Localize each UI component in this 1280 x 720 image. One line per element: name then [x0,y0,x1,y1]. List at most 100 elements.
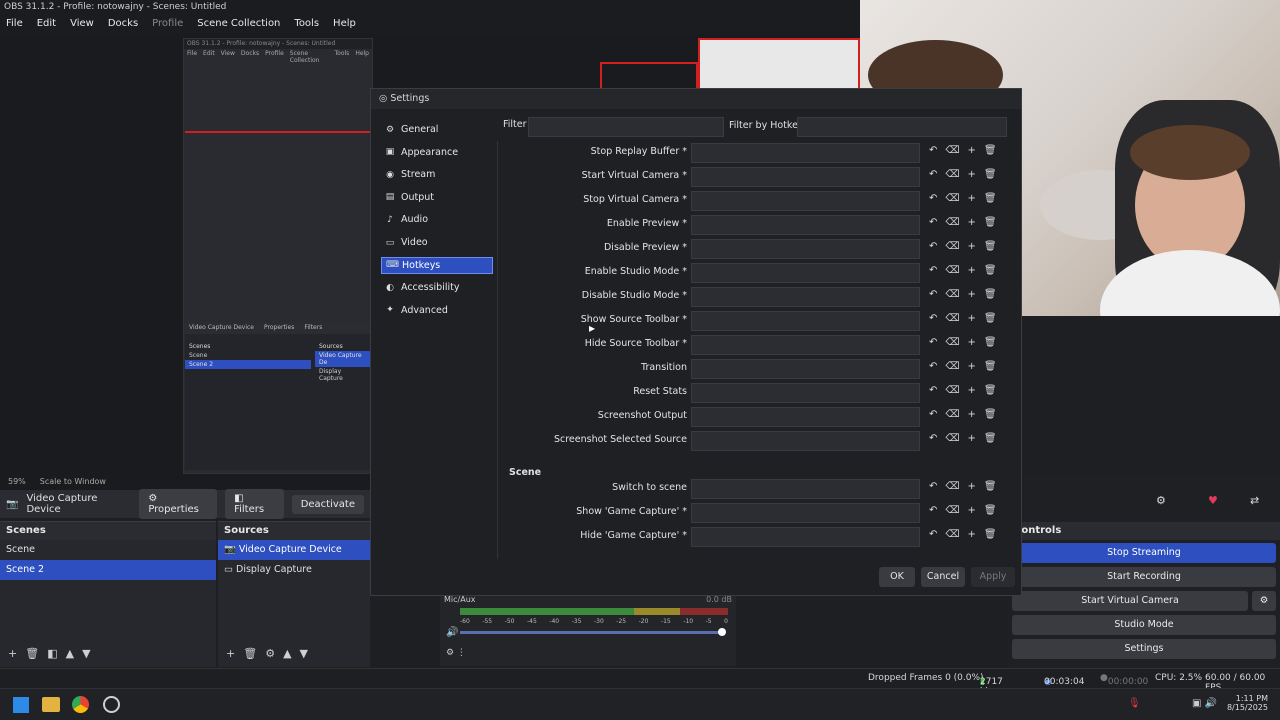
hotkey-input[interactable] [691,167,920,187]
trash-icon[interactable]: 🗑 [984,361,997,372]
trash-icon[interactable]: 🗑 [984,241,997,252]
hotkey-input[interactable] [691,311,920,331]
trash-icon[interactable]: 🗑 [25,647,39,661]
hotkey-input[interactable] [691,239,920,259]
hotkey-input[interactable] [691,143,920,163]
revert-icon[interactable]: ↶ [929,385,937,396]
revert-icon[interactable]: ↶ [929,361,937,372]
trash-icon[interactable]: 🗑 [984,505,997,516]
hotkey-input[interactable] [691,191,920,211]
hotkey-input[interactable] [691,431,920,451]
mixer-settings-icon[interactable]: ⚙ ⋮ [446,648,466,658]
studio-mode-button[interactable]: Studio Mode [1012,615,1276,635]
scale-mode[interactable]: Scale to Window [40,477,106,487]
add-icon[interactable]: + [968,313,976,324]
menu-help[interactable]: Help [333,18,356,30]
swap-icon[interactable]: ⇄ [1250,494,1259,507]
trash-icon[interactable]: 🗑 [984,289,997,300]
settings-nav-appearance[interactable]: ▣ Appearance [381,144,493,161]
volume-slider[interactable] [460,631,722,634]
trash-icon[interactable]: 🗑 [984,169,997,180]
gear-icon[interactable]: ⚙ [265,647,275,661]
trash-icon[interactable]: 🗑 [984,481,997,492]
trash-icon[interactable]: 🗑 [984,409,997,420]
clear-icon[interactable]: ⌫ [945,145,959,156]
zoom-level[interactable]: 59% [8,477,26,487]
hotkey-input[interactable] [691,383,920,403]
menu-file[interactable]: File [6,18,23,30]
revert-icon[interactable]: ↶ [929,145,937,156]
windows-start-icon[interactable] [13,697,29,713]
clear-icon[interactable]: ⌫ [945,409,959,420]
hotkey-input[interactable] [691,407,920,427]
properties-button[interactable]: ⚙ Properties [139,489,218,519]
clear-icon[interactable]: ⌫ [945,385,959,396]
add-icon[interactable]: + [968,289,976,300]
add-icon[interactable]: + [226,647,235,661]
scene-item[interactable]: Scene 2 [0,560,216,580]
add-icon[interactable]: + [968,505,976,516]
add-icon[interactable]: + [968,481,976,492]
add-icon[interactable]: + [968,433,976,444]
filter-input[interactable] [528,117,724,137]
revert-icon[interactable]: ↶ [929,313,937,324]
add-icon[interactable]: + [968,409,976,420]
clear-icon[interactable]: ⌫ [945,313,959,324]
speaker-icon[interactable]: 🔊 [446,627,458,638]
menu-view[interactable]: View [70,18,94,30]
revert-icon[interactable]: ↶ [929,289,937,300]
add-icon[interactable]: + [968,337,976,348]
trash-icon[interactable]: 🗑 [984,265,997,276]
settings-nav-stream[interactable]: ◉ Stream [381,166,493,183]
settings-nav-general[interactable]: ⚙ General [381,121,493,138]
clear-icon[interactable]: ⌫ [945,529,959,540]
source-item[interactable]: 📷 Video Capture Device [218,540,370,560]
down-icon[interactable]: ▼ [82,647,90,661]
trash-icon[interactable]: 🗑 [984,385,997,396]
revert-icon[interactable]: ↶ [929,505,937,516]
chrome-icon[interactable] [72,696,89,713]
clear-icon[interactable]: ⌫ [945,361,959,372]
cancel-button[interactable]: Cancel [921,567,965,587]
gear-icon[interactable]: ⚙ [1156,494,1166,507]
hotkey-input[interactable] [691,503,920,523]
heart-icon[interactable]: ♥ [1208,494,1218,507]
menu-profile[interactable]: Profile [152,18,183,30]
add-icon[interactable]: + [968,385,976,396]
hotkey-input[interactable] [691,287,920,307]
settings-nav-hotkeys[interactable]: ⌨ Hotkeys [381,256,493,274]
source-item[interactable]: ▭ Display Capture [218,560,370,580]
mic-icon[interactable]: 🎙 [1128,698,1141,709]
clear-icon[interactable]: ⌫ [945,505,959,516]
hotkey-input[interactable] [691,215,920,235]
folder-icon[interactable] [42,697,60,712]
revert-icon[interactable]: ↶ [929,337,937,348]
clear-icon[interactable]: ⌫ [945,481,959,492]
trash-icon[interactable]: 🗑 [984,529,997,540]
start-virtual-camera-button[interactable]: Start Virtual Camera [1012,591,1248,611]
up-icon[interactable]: ▲ [283,647,291,661]
hotkey-input[interactable] [691,479,920,499]
revert-icon[interactable]: ↶ [929,241,937,252]
hotkey-filter-input[interactable] [797,117,1007,137]
settings-nav-output[interactable]: ▤ Output [381,189,493,206]
volume-slider-handle[interactable] [718,628,726,636]
apply-button[interactable]: Apply [971,567,1015,587]
add-icon[interactable]: + [8,647,17,661]
add-icon[interactable]: + [968,145,976,156]
trash-icon[interactable]: 🗑 [984,337,997,348]
settings-nav-advanced[interactable]: ✦ Advanced [381,302,493,319]
stop-streaming-button[interactable]: Stop Streaming [1012,543,1276,563]
revert-icon[interactable]: ↶ [929,169,937,180]
hotkey-input[interactable] [691,263,920,283]
add-icon[interactable]: + [968,241,976,252]
add-icon[interactable]: + [968,169,976,180]
add-icon[interactable]: + [968,193,976,204]
trash-icon[interactable]: 🗑 [984,193,997,204]
tray-icons[interactable]: ▣ 🔊 [1192,698,1217,709]
trash-icon[interactable]: 🗑 [984,313,997,324]
clock[interactable]: 1:11 PM 8/15/2025 [1226,694,1268,712]
revert-icon[interactable]: ↶ [929,409,937,420]
clear-icon[interactable]: ⌫ [945,289,959,300]
filters-button[interactable]: ◧ Filters [225,489,284,519]
